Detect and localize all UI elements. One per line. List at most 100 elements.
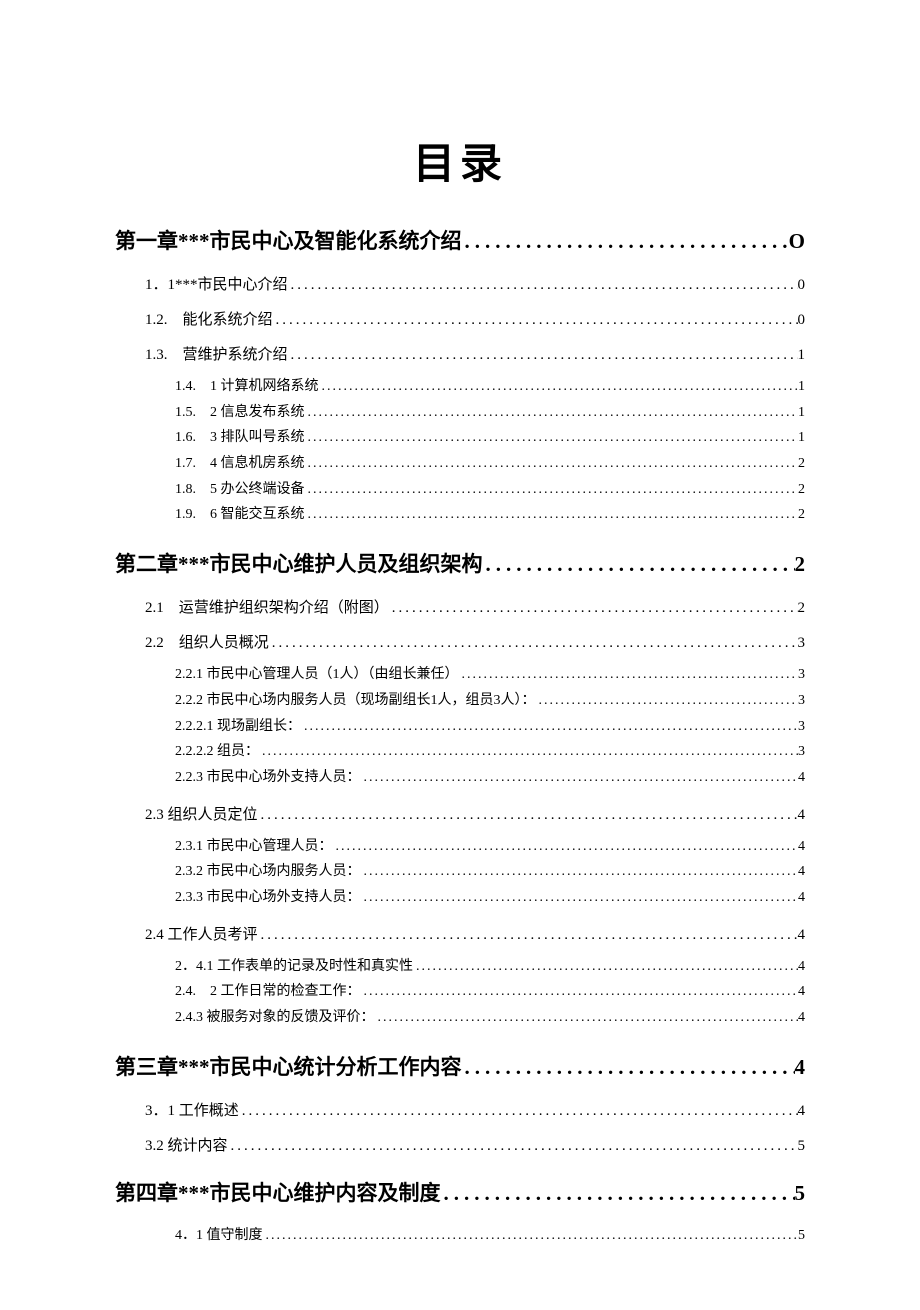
toc-leader <box>305 479 799 501</box>
toc-entry-label: 2.3 组织人员定位 <box>145 803 258 824</box>
toc-leader <box>273 312 798 329</box>
toc-entry-page: 1 <box>798 376 805 398</box>
toc-entry-page: 5 <box>798 1138 806 1155</box>
toc-leader <box>263 1225 799 1247</box>
toc-entry: 2.2.3 市民中心场外支持人员： 4 <box>175 767 805 789</box>
toc-entry: 2.2.2 市民中心场内服务人员（现场副组长1人，组员3人）： 3 <box>175 690 805 712</box>
toc-entry-page: 2 <box>798 479 805 501</box>
toc-entry-page: 4 <box>798 927 806 944</box>
toc-entry-label: 2.3.1 市民中心管理人员： <box>175 836 333 858</box>
toc-entry: 2.2.2.1 现场副组长：3 <box>175 716 805 738</box>
toc-entry: 2.3 组织人员定位 4 <box>145 803 805 824</box>
toc-leader <box>462 229 789 254</box>
toc-entry: 第四章***市民中心维护内容及制度 5 <box>115 1177 805 1207</box>
toc-entry: 3．1 工作概述 4 <box>145 1099 805 1120</box>
toc-entry-page: 5 <box>795 1181 806 1206</box>
toc-entry-page: 2 <box>795 552 806 577</box>
toc-entry-label: 2.3.2 市民中心场内服务人员： <box>175 861 361 883</box>
toc-leader <box>288 347 798 364</box>
toc-leader <box>305 427 799 449</box>
toc-entry-label: 第一章***市民中心及智能化系统介绍 <box>115 225 462 255</box>
toc-entry: 第二章***市民中心维护人员及组织架构2 <box>115 548 805 578</box>
toc-entry-label: 2.2.2 市民中心场内服务人员（现场副组长1人，组员3人）： <box>175 690 536 712</box>
toc-entry-label: 2．4.1 工作表单的记录及时性和真实性 <box>175 956 413 978</box>
toc-entry: 1.9. 6 智能交互系统2 <box>175 504 805 526</box>
toc-entry: 1.5. 2 信息发布系统1 <box>175 402 805 424</box>
toc-entry-label: 3．1 工作概述 <box>145 1099 239 1120</box>
toc-entry-page: 4 <box>798 861 805 883</box>
toc-entry-page: 4 <box>798 836 805 858</box>
toc-entry-page: 3 <box>798 716 805 738</box>
toc-leader <box>269 635 798 652</box>
toc-entry: 1．1***市民中心介绍0 <box>145 273 805 294</box>
toc-leader <box>361 861 799 883</box>
toc-entry: 2．4.1 工作表单的记录及时性和真实性 4 <box>175 956 805 978</box>
toc-leader <box>305 402 799 424</box>
toc-entry-label: 1．1***市民中心介绍 <box>145 273 288 294</box>
toc-entry-label: 2.2.2.2 组员： <box>175 741 259 763</box>
toc-leader <box>305 504 799 526</box>
toc-entry-page: 1 <box>798 427 805 449</box>
toc-entry-page: 4 <box>798 981 805 1003</box>
toc-entry-page: 4 <box>798 807 806 824</box>
toc-leader <box>462 1055 795 1080</box>
toc-leader <box>536 690 799 712</box>
toc-leader <box>239 1103 798 1120</box>
toc-leader <box>361 767 799 789</box>
toc-leader <box>483 552 795 577</box>
toc-entry: 3.2 统计内容 5 <box>145 1134 805 1155</box>
toc-entry: 2.4. 2 工作日常的检查工作： 4 <box>175 981 805 1003</box>
toc-entry: 2.2 组织人员概况3 <box>145 631 805 652</box>
toc-leader <box>361 887 799 909</box>
toc-entry-page: O <box>789 229 805 254</box>
toc-entry-page: 4 <box>798 956 805 978</box>
toc-entry-label: 1.9. 6 智能交互系统 <box>175 504 305 526</box>
toc-leader <box>319 376 799 398</box>
toc-entry-label: 2.2.3 市民中心场外支持人员： <box>175 767 361 789</box>
toc-leader <box>259 741 798 763</box>
toc-entry-page: 3 <box>798 741 805 763</box>
toc-entry-label: 2.1 运营维护组织架构介绍（附图） <box>145 596 389 617</box>
toc-entry-page: 0 <box>798 312 806 329</box>
toc-entry: 1.3. 营维护系统介绍1 <box>145 343 805 364</box>
toc-entry-page: 4 <box>798 1103 806 1120</box>
toc-entry-label: 1.6. 3 排队叫号系统 <box>175 427 305 449</box>
toc-entry-label: 1.3. 营维护系统介绍 <box>145 343 288 364</box>
toc-entry-page: 4 <box>798 767 805 789</box>
toc-leader <box>288 277 798 294</box>
toc-entry-label: 2.4. 2 工作日常的检查工作： <box>175 981 361 1003</box>
toc-entry-label: 第三章***市民中心统计分析工作内容 <box>115 1051 462 1081</box>
toc-entry-page: 2 <box>798 600 806 617</box>
toc-entry-label: 2.3.3 市民中心场外支持人员： <box>175 887 361 909</box>
toc-entry-page: 4 <box>798 887 805 909</box>
toc-entry-label: 4．1 值守制度 <box>175 1225 263 1247</box>
toc-entry-label: 第四章***市民中心维护内容及制度 <box>115 1177 441 1207</box>
toc-entry: 2.3.2 市民中心场内服务人员： 4 <box>175 861 805 883</box>
toc-entry: 2.3.3 市民中心场外支持人员： 4 <box>175 887 805 909</box>
toc-entry-page: 3 <box>798 690 805 712</box>
toc-entry-label: 2.2.1 市民中心管理人员（1人）（由组长兼任） <box>175 664 459 686</box>
toc-leader <box>389 600 798 617</box>
toc-leader <box>361 981 799 1003</box>
toc-leader <box>258 927 798 944</box>
toc-entry: 1.2. 能化系统介绍 0 <box>145 308 805 329</box>
toc-leader <box>459 664 799 686</box>
toc-leader <box>441 1181 795 1206</box>
toc-entry: 第一章***市民中心及智能化系统介绍 O <box>115 225 805 255</box>
toc-entry: 2.2.2.2 组员： 3 <box>175 741 805 763</box>
toc-leader <box>413 956 798 978</box>
toc-container: 第一章***市民中心及智能化系统介绍O1．1***市民中心介绍01.2. 能化系… <box>115 225 805 1246</box>
toc-title: 目录 <box>115 130 805 191</box>
toc-entry: 2.4.3 被服务对象的反馈及评价：4 <box>175 1007 805 1029</box>
toc-entry: 2.1 运营维护组织架构介绍（附图） 2 <box>145 596 805 617</box>
document-page: 目录 第一章***市民中心及智能化系统介绍O1．1***市民中心介绍01.2. … <box>0 0 920 1310</box>
toc-entry: 1.8. 5 办公终端设备2 <box>175 479 805 501</box>
toc-entry-page: 3 <box>798 635 806 652</box>
toc-entry-label: 3.2 统计内容 <box>145 1134 228 1155</box>
toc-entry: 4．1 值守制度5 <box>175 1225 805 1247</box>
toc-entry-page: 4 <box>795 1055 806 1080</box>
toc-entry-page: 4 <box>798 1007 805 1029</box>
toc-entry-label: 1.2. 能化系统介绍 <box>145 308 273 329</box>
toc-entry-page: 1 <box>798 402 805 424</box>
toc-entry: 2.4 工作人员考评4 <box>145 923 805 944</box>
